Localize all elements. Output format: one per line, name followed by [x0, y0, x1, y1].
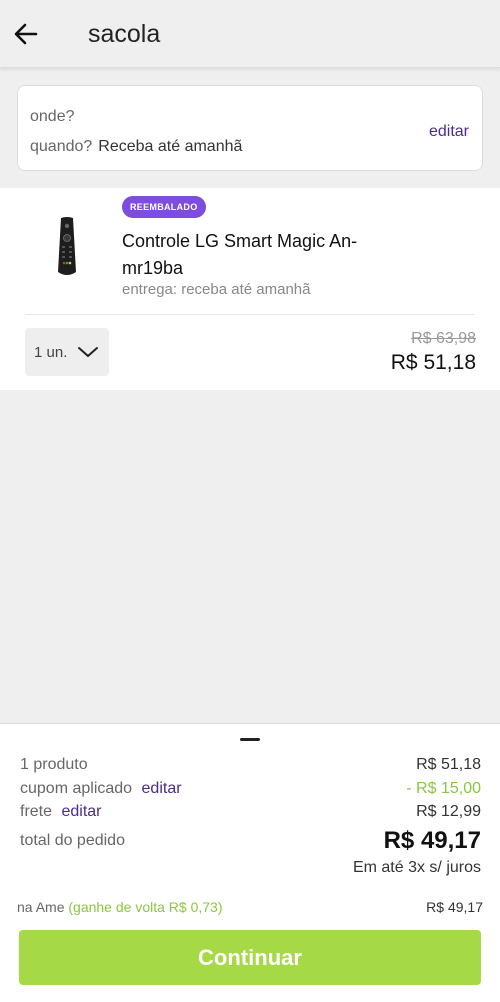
coupon-row: cupom aplicado editar - R$ 15,00 [20, 780, 481, 798]
app-header: sacola [0, 0, 500, 68]
quantity-value: 1 un. [34, 344, 68, 361]
continue-button[interactable]: Continuar [19, 930, 481, 985]
total-value: R$ 49,17 [383, 827, 481, 854]
ame-row: na Ame (ganhe de volta R$ 0,73) [17, 899, 222, 915]
ame-value: R$ 49,17 [426, 899, 483, 915]
order-summary: 1 produto R$ 51,18 cupom aplicado editar… [0, 723, 500, 1002]
products-row: 1 produto R$ 51,18 [20, 756, 481, 774]
coupon-value: - R$ 15,00 [406, 780, 481, 797]
delivery-edit-link[interactable]: editar [429, 123, 469, 141]
product-name[interactable]: Controle LG Smart Magic An-mr19ba [122, 228, 372, 282]
where-label: onde? [30, 108, 75, 125]
refurbished-badge: REEMBALADO [122, 196, 206, 218]
page-title: sacola [88, 20, 161, 48]
when-row: quando? Receba até amanhã [30, 138, 242, 156]
installments-text: Em até 3x s/ juros [352, 859, 481, 876]
quantity-select[interactable]: 1 un. [25, 328, 109, 376]
ame-cashback: (ganhe de volta R$ 0,73) [68, 899, 223, 915]
drag-handle[interactable] [240, 738, 260, 741]
shipping-label: frete [20, 803, 53, 820]
delivery-card: onde? quando? Receba até amanhã editar [17, 85, 483, 171]
products-value: R$ 51,18 [416, 756, 481, 773]
shipping-row: frete editar R$ 12,99 [20, 803, 481, 821]
product-delivery: entrega: receba até amanhã [122, 281, 311, 298]
coupon-edit-link[interactable]: editar [142, 780, 182, 797]
coupon-label: cupom aplicado [20, 780, 133, 797]
when-value: Receba até amanhã [98, 138, 243, 155]
total-label: total do pedido [20, 832, 125, 849]
divider [25, 314, 475, 315]
shipping-value: R$ 12,99 [416, 803, 481, 820]
when-label: quando? [30, 138, 93, 155]
current-price: R$ 51,18 [390, 351, 476, 374]
product-card: REEMBALADO Controle LG Smart Magic An-mr… [0, 188, 500, 390]
back-arrow-icon[interactable] [12, 20, 42, 48]
product-image[interactable] [52, 216, 82, 278]
old-price: R$ 63,98 [411, 330, 476, 347]
shipping-edit-link[interactable]: editar [61, 803, 101, 820]
ame-label: na Ame [17, 899, 65, 915]
chevron-down-icon [78, 347, 98, 357]
products-label: 1 produto [20, 756, 88, 773]
